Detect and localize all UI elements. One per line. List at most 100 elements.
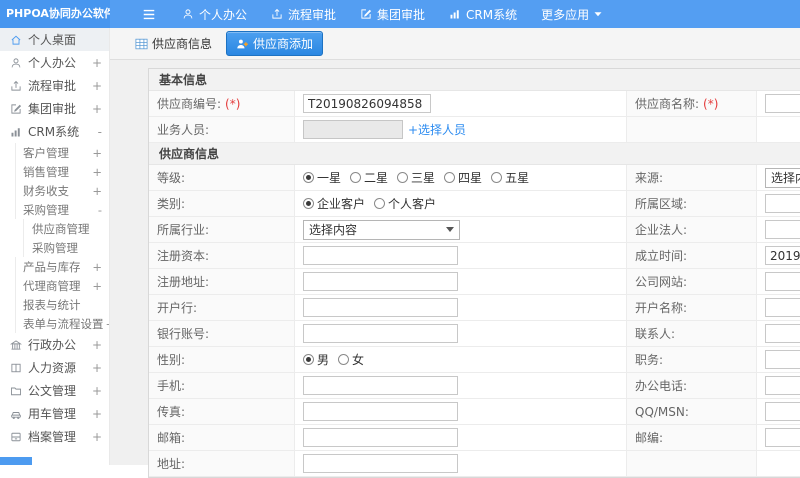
level-radio-option[interactable]: 三星	[397, 169, 435, 186]
home-icon	[10, 34, 22, 46]
field-label: QQ/MSN:	[627, 399, 757, 424]
sidebar-item-document-mgmt[interactable]: 公文管理+	[0, 379, 109, 402]
expander-icon[interactable]: +	[90, 56, 102, 70]
select-member-link[interactable]: +选择人员	[408, 121, 466, 138]
nav-item-more-apps[interactable]: 更多应用	[541, 6, 602, 23]
field-cell	[757, 91, 800, 116]
field-label-text: 地址:	[157, 455, 185, 472]
nav-item-crm-system[interactable]: CRM系统	[449, 6, 517, 23]
field-label: 等级:	[149, 165, 295, 190]
postcode-input[interactable]	[765, 428, 800, 447]
office-phone-input[interactable]	[765, 376, 800, 395]
level-radio-option[interactable]: 四星	[444, 169, 482, 186]
sidebar-item-finance-mgmt[interactable]: 财务收支+	[15, 181, 109, 200]
sidebar-item-supplier-mgmt[interactable]: 供应商管理	[23, 219, 109, 238]
level-radio-option[interactable]: 二星	[350, 169, 388, 186]
sidebar-item-process-approval[interactable]: 流程审批+	[0, 74, 109, 97]
gender-radio-option[interactable]: 女	[338, 351, 364, 368]
nav-item-group-approval[interactable]: 集团审批	[360, 6, 425, 23]
fax-input[interactable]	[303, 402, 458, 421]
email-input[interactable]	[303, 428, 458, 447]
sidebar: 个人桌面个人办公+流程审批+ 集团审批 + CRM系统-客户管理+销售管理+财务收支+…	[0, 28, 110, 465]
field-label: 联系人:	[627, 321, 757, 346]
sidebar-item-crm-system[interactable]: CRM系统-	[0, 120, 109, 143]
nav-item-process-approval[interactable]: 流程审批	[271, 6, 336, 23]
address-input[interactable]	[303, 454, 458, 473]
sidebar-item-product-stock[interactable]: 产品与库存+	[15, 257, 109, 276]
supplier-code-input[interactable]	[303, 94, 431, 113]
field-label: 注册地址:	[149, 269, 295, 294]
source-select[interactable]: 选择内容	[765, 168, 800, 188]
field-label-text: 邮箱:	[157, 429, 185, 446]
registered-capital-input[interactable]	[303, 246, 458, 265]
level-radio-option[interactable]: 一星	[303, 169, 341, 186]
founded-date-input[interactable]	[765, 246, 800, 265]
field-label-text: 类别:	[157, 195, 185, 212]
sidebar-item-label: 采购管理	[23, 202, 69, 218]
expander-icon[interactable]: +	[90, 260, 102, 274]
industry-select[interactable]: 选择内容	[303, 220, 460, 240]
sidebar-item-sales-mgmt[interactable]: 销售管理+	[15, 162, 109, 181]
tab-label: 供应商添加	[253, 35, 313, 52]
expander-icon[interactable]: -	[96, 203, 102, 217]
person-add-icon	[236, 38, 249, 50]
sidebar-item-form-flow-settings[interactable]: 表单与流程设置+	[15, 314, 109, 333]
contact-person-input[interactable]	[765, 324, 800, 343]
expander-icon[interactable]: +	[90, 146, 102, 160]
tab-supplier-info[interactable]: 供应商信息	[130, 32, 217, 55]
expander-icon[interactable]: +	[90, 279, 102, 293]
bank-branch-input[interactable]	[303, 298, 458, 317]
field-label: 开户行:	[149, 295, 295, 320]
sidebar-item-label: 集团审批	[28, 100, 76, 117]
sidebar-item-archive-mgmt[interactable]: 档案管理+	[0, 425, 109, 448]
business-member-input[interactable]	[303, 120, 403, 139]
sidebar-item-personal-desktop[interactable]: 个人桌面	[0, 28, 109, 51]
sidebar-item-group-approval[interactable]: 集团审批 +	[0, 97, 109, 120]
content-area: 基本信息供应商编号:(*)供应商名称:(*)业务人员:+选择人员供应商信息等级:…	[110, 60, 800, 465]
sidebar-item-vehicle-mgmt[interactable]: 用车管理+	[0, 402, 109, 425]
supplier-name-input[interactable]	[765, 94, 800, 113]
field-label-text: 所属区域:	[635, 195, 687, 212]
expander-icon[interactable]: +	[90, 79, 102, 93]
expander-icon[interactable]: +	[90, 338, 102, 352]
company-website-input[interactable]	[765, 272, 800, 291]
sidebar-item-human-resources[interactable]: 人力资源+	[0, 356, 109, 379]
expander-icon[interactable]: +	[90, 430, 102, 444]
sidebar-item-admin-office[interactable]: 行政办公+	[0, 333, 109, 356]
sidebar-item-purchase-mgmt[interactable]: 采购管理 -	[15, 200, 109, 219]
radio-label: 四星	[458, 169, 482, 186]
expander-icon[interactable]: +	[104, 317, 110, 331]
account-name-input[interactable]	[765, 298, 800, 317]
level-radio-option[interactable]: 五星	[491, 169, 529, 186]
sidebar-item-reports-stats[interactable]: 报表与统计	[15, 295, 109, 314]
category-radio-option[interactable]: 个人客户	[374, 195, 436, 212]
expander-icon[interactable]: +	[90, 407, 102, 421]
tab-supplier-add[interactable]: 供应商添加	[226, 31, 323, 56]
expander-icon[interactable]: +	[90, 102, 102, 116]
sidebar-item-purchasing[interactable]: 采购管理	[23, 238, 109, 257]
archive-icon	[10, 431, 22, 443]
radio-label: 一星	[317, 169, 341, 186]
expander-icon[interactable]: +	[90, 361, 102, 375]
mobile-input[interactable]	[303, 376, 458, 395]
bank-account-input[interactable]	[303, 324, 458, 343]
expander-icon[interactable]: -	[96, 125, 102, 139]
field-label-text: 注册资本:	[157, 247, 209, 264]
form-row: 手机:办公电话:	[149, 373, 800, 399]
expander-icon[interactable]: +	[90, 165, 102, 179]
registered-address-input[interactable]	[303, 272, 458, 291]
region-input[interactable]	[765, 194, 800, 213]
gender-radio-option[interactable]: 男	[303, 351, 329, 368]
sidebar-item-personal-office[interactable]: 个人办公+	[0, 51, 109, 74]
legal-person-input[interactable]	[765, 220, 800, 239]
sidebar-item-agent-mgmt[interactable]: 代理商管理+	[15, 276, 109, 295]
sidebar-item-customer-mgmt[interactable]: 客户管理+	[15, 143, 109, 162]
position-input[interactable]	[765, 350, 800, 369]
expander-icon[interactable]: +	[90, 184, 102, 198]
nav-item-personal-office[interactable]: 个人办公	[182, 6, 247, 23]
field-cell	[295, 451, 627, 476]
menu-icon[interactable]	[142, 8, 156, 21]
category-radio-option[interactable]: 企业客户	[303, 195, 365, 212]
qq-msn-input[interactable]	[765, 402, 800, 421]
expander-icon[interactable]: +	[90, 384, 102, 398]
